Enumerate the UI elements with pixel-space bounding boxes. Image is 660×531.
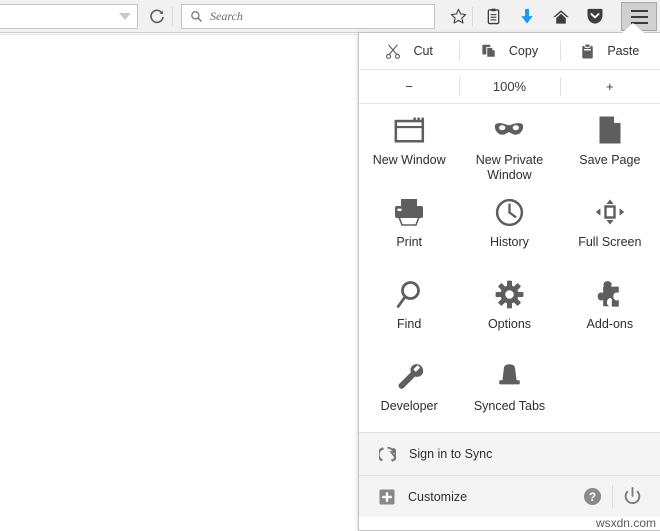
gear-icon	[495, 280, 524, 308]
synced-tabs-icon-wrap	[495, 359, 524, 393]
plus-box-icon	[379, 489, 395, 504]
menu-item-grid: New Window New Private Window Save Page …	[359, 104, 660, 433]
svg-text:?: ?	[588, 490, 595, 504]
menu-item-find[interactable]: Find	[359, 268, 459, 350]
menu-item-label: Print	[396, 235, 423, 249]
cut-label: Cut	[413, 44, 433, 58]
zoom-level-button[interactable]: 100%	[459, 70, 559, 103]
zoom-controls-row: − 100% +	[359, 70, 660, 104]
reader-list-icon[interactable]	[481, 5, 505, 28]
reload-icon	[150, 9, 164, 23]
reload-button[interactable]	[143, 4, 171, 29]
question-circle-icon: ?	[583, 487, 601, 506]
zoom-out-label: −	[405, 79, 413, 94]
wrench-icon-wrap	[395, 359, 424, 393]
toolbar-divider	[172, 7, 173, 26]
menu-item-new-window[interactable]: New Window	[359, 104, 459, 186]
customize-row: Customize ?	[359, 476, 660, 517]
menu-item-save-page[interactable]: Save Page	[560, 104, 660, 186]
footer-buttons: ?	[572, 476, 652, 517]
sync-icon	[379, 446, 396, 462]
bookmark-star-icon[interactable]	[446, 5, 470, 28]
puzzle-icon-wrap	[595, 277, 624, 311]
menu-item-options[interactable]: Options	[459, 268, 559, 350]
copy-button[interactable]: Copy	[459, 33, 559, 69]
magnifier-icon-wrap	[396, 277, 422, 311]
menu-item-label: Save Page	[579, 153, 641, 167]
menu-item-developer[interactable]: Developer	[359, 350, 459, 432]
cut-button[interactable]: Cut	[359, 33, 459, 69]
browser-toolbar: Search	[0, 0, 660, 33]
page-icon-wrap	[598, 113, 622, 147]
paste-label: Paste	[607, 44, 640, 58]
firefox-menu-panel: Cut Copy Paste − 100% + New Window New P…	[358, 23, 660, 531]
menu-item-label: Synced Tabs	[473, 399, 546, 413]
power-icon	[624, 487, 640, 505]
zoom-in-label: +	[606, 79, 614, 94]
sign-in-to-sync-button[interactable]: Sign in to Sync	[359, 433, 660, 476]
search-input[interactable]: Search	[181, 4, 435, 29]
menu-item-label: Full Screen	[578, 235, 642, 249]
clock-icon-wrap	[495, 195, 524, 229]
copy-icon	[482, 44, 496, 58]
scissors-icon	[386, 44, 401, 59]
new-window-icon-wrap	[394, 113, 425, 147]
help-button[interactable]: ?	[572, 476, 612, 517]
home-icon[interactable]	[549, 5, 573, 28]
watermark: wsxdn.com	[595, 516, 656, 530]
customize-label: Customize	[408, 489, 468, 504]
paste-button[interactable]: Paste	[559, 33, 660, 69]
mask-icon	[495, 123, 524, 135]
gear-icon-wrap	[495, 277, 524, 311]
menu-item-add-ons[interactable]: Add-ons	[560, 268, 660, 350]
synced-tabs-icon	[499, 364, 520, 385]
menu-item-new-private-window[interactable]: New Private Window	[459, 104, 559, 186]
mask-icon-wrap	[492, 113, 526, 147]
fullscreen-icon-wrap	[595, 195, 625, 229]
panel-pointer-arrow	[622, 23, 644, 34]
menu-item-label: Options	[487, 317, 532, 331]
menu-item-label: History	[490, 235, 529, 249]
menu-item-label: Find	[397, 317, 422, 331]
printer-icon	[395, 199, 424, 226]
customize-button[interactable]: Customize	[379, 489, 467, 505]
zoom-out-button[interactable]: −	[359, 70, 459, 103]
magnifier-icon	[396, 280, 421, 308]
puzzle-icon	[598, 280, 620, 307]
menu-item-label: Developer	[380, 399, 438, 413]
pocket-icon[interactable]	[583, 5, 607, 28]
new-window-icon	[394, 117, 424, 143]
printer-icon-wrap	[393, 195, 425, 229]
page-icon	[599, 116, 621, 144]
menu-item-print[interactable]: Print	[359, 186, 459, 268]
sync-label: Sign in to Sync	[409, 447, 493, 461]
search-icon	[191, 11, 202, 22]
clipboard-icon	[582, 43, 594, 58]
toolbar-divider-2	[472, 7, 473, 26]
menu-item-label: New Private Window	[475, 153, 544, 182]
menu-item-label: Add-ons	[586, 317, 634, 331]
menu-item-label: New Window	[372, 153, 446, 167]
menu-item-full-screen[interactable]: Full Screen	[560, 186, 660, 268]
menu-item-history[interactable]: History	[459, 186, 559, 268]
address-bar[interactable]	[0, 4, 138, 29]
copy-label: Copy	[508, 44, 539, 58]
fullscreen-icon	[595, 199, 625, 225]
zoom-level-label: 100%	[492, 79, 527, 94]
clock-icon	[495, 198, 524, 226]
download-arrow-icon[interactable]	[515, 5, 539, 28]
wrench-icon	[398, 363, 423, 389]
menu-item-synced-tabs[interactable]: Synced Tabs	[459, 350, 559, 432]
edit-controls-row: Cut Copy Paste	[359, 33, 660, 70]
quit-button[interactable]	[612, 476, 652, 517]
chevron-down-icon[interactable]	[119, 13, 131, 20]
zoom-in-button[interactable]: +	[559, 70, 660, 103]
search-placeholder: Search	[210, 9, 243, 23]
